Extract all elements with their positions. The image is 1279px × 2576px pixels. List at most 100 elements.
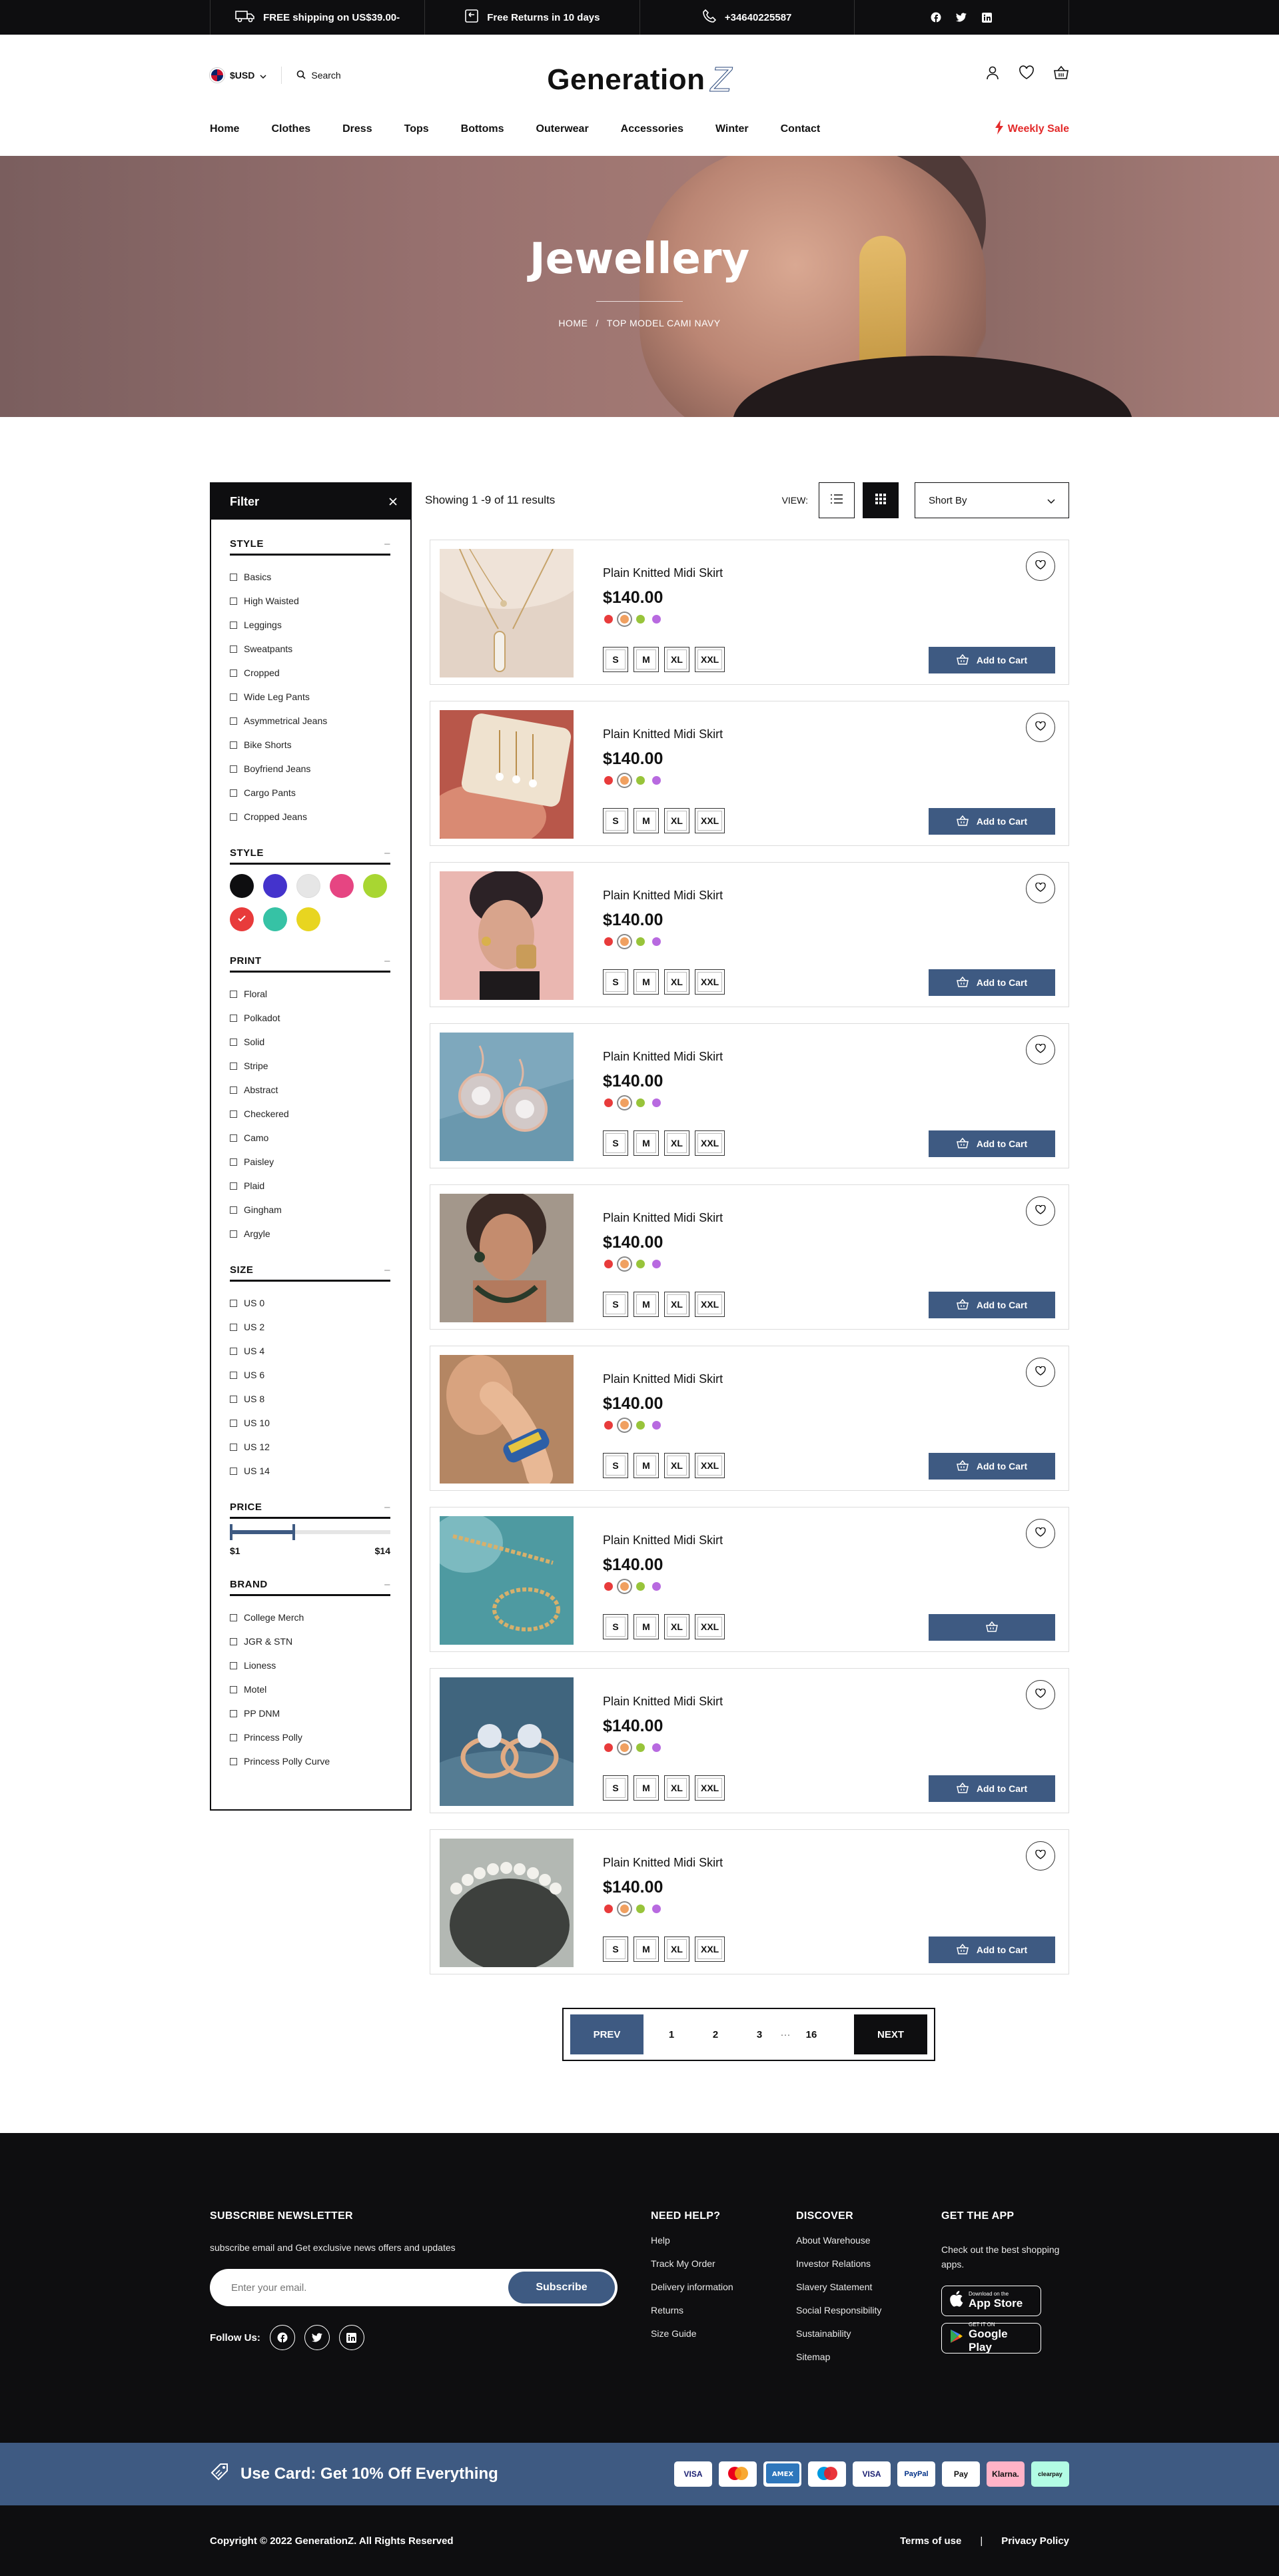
color-option[interactable]	[652, 1098, 661, 1107]
search-icon[interactable]	[296, 70, 306, 81]
phone-number[interactable]: +34640225587	[725, 12, 792, 23]
filter-option[interactable]: Princess Polly Curve	[230, 1749, 390, 1773]
product-image[interactable]	[440, 871, 574, 1000]
checkbox[interactable]	[230, 597, 237, 605]
checkbox[interactable]	[230, 693, 237, 701]
color-option[interactable]	[604, 1260, 613, 1268]
currency-selector[interactable]: $USD	[230, 70, 254, 81]
wishlist-button[interactable]	[1026, 1035, 1055, 1065]
size-button[interactable]: XXL	[695, 808, 725, 833]
checkbox[interactable]	[230, 717, 237, 725]
footer-link[interactable]: Sitemap	[796, 2352, 881, 2362]
size-button[interactable]: XL	[664, 808, 689, 833]
filter-color-heading[interactable]: STYLE –	[230, 847, 390, 865]
nav-weekly-sale[interactable]: Weekly Sale	[995, 120, 1069, 138]
page-2[interactable]: 2	[699, 2014, 731, 2054]
footer-link[interactable]: Delivery information	[651, 2282, 733, 2292]
google-play-button[interactable]: GET IT ON Google Play	[941, 2322, 1041, 2354]
size-button[interactable]: XXL	[695, 1936, 725, 1962]
product-name[interactable]: Plain Knitted Midi Skirt	[603, 1372, 723, 1386]
facebook-icon[interactable]	[269, 2325, 295, 2350]
size-button[interactable]: M	[634, 1292, 659, 1317]
add-to-cart-button[interactable]: Add to Cart	[929, 1936, 1055, 1963]
filter-option[interactable]: Polkadot	[230, 1006, 390, 1030]
product-image[interactable]	[440, 549, 574, 677]
filter-option[interactable]: Checkered	[230, 1102, 390, 1126]
collapse-icon[interactable]: –	[384, 847, 390, 859]
close-icon[interactable]	[389, 495, 397, 509]
color-swatch[interactable]	[230, 874, 254, 898]
product-name[interactable]: Plain Knitted Midi Skirt	[603, 566, 723, 580]
price-slider[interactable]	[230, 1524, 390, 1540]
size-button[interactable]: XL	[664, 969, 689, 995]
add-to-cart-button[interactable]: Add to Cart	[929, 1130, 1055, 1157]
product-image[interactable]	[440, 1033, 574, 1161]
color-option[interactable]	[636, 1098, 645, 1107]
footer-link[interactable]: Sustainability	[796, 2328, 881, 2339]
user-icon[interactable]	[985, 65, 1000, 83]
color-option[interactable]	[620, 1098, 629, 1107]
checkbox[interactable]	[230, 1038, 237, 1046]
linkedin-icon[interactable]	[338, 2325, 364, 2350]
filter-option[interactable]: Argyle	[230, 1222, 390, 1246]
product-image[interactable]	[440, 1194, 574, 1322]
wishlist-button[interactable]	[1026, 552, 1055, 581]
checkbox[interactable]	[230, 813, 237, 821]
filter-option[interactable]: Paisley	[230, 1150, 390, 1174]
checkbox[interactable]	[230, 645, 237, 653]
size-button[interactable]: S	[603, 1936, 628, 1962]
nav-accessories[interactable]: Accessories	[621, 123, 683, 135]
product-image[interactable]	[440, 710, 574, 839]
checkbox[interactable]	[230, 1182, 237, 1190]
filter-size-heading[interactable]: SIZE –	[230, 1264, 390, 1282]
product-name[interactable]: Plain Knitted Midi Skirt	[603, 1211, 723, 1225]
nav-dress[interactable]: Dress	[342, 123, 372, 135]
product-name[interactable]: Plain Knitted Midi Skirt	[603, 1050, 723, 1064]
filter-option[interactable]: US 10	[230, 1411, 390, 1435]
site-logo[interactable]: Generation Z	[547, 60, 732, 100]
filter-option[interactable]: US 14	[230, 1459, 390, 1483]
filter-print-heading[interactable]: PRINT –	[230, 955, 390, 973]
color-swatch[interactable]	[363, 874, 387, 898]
filter-option[interactable]: JGR & STN	[230, 1629, 390, 1653]
filter-option[interactable]: Cargo Pants	[230, 781, 390, 805]
product-image[interactable]	[440, 1677, 574, 1806]
filter-price-heading[interactable]: PRICE –	[230, 1502, 390, 1519]
size-button[interactable]: M	[634, 969, 659, 995]
checkbox[interactable]	[230, 1062, 237, 1070]
checkbox[interactable]	[230, 1086, 237, 1094]
color-option[interactable]	[636, 1421, 645, 1430]
filter-option[interactable]: US 12	[230, 1435, 390, 1459]
product-image[interactable]	[440, 1516, 574, 1645]
add-to-cart-button[interactable]: Add to Cart	[929, 1453, 1055, 1480]
color-option[interactable]	[620, 1421, 629, 1430]
filter-option[interactable]: PP DNM	[230, 1701, 390, 1725]
size-button[interactable]: M	[634, 1130, 659, 1156]
size-button[interactable]: M	[634, 647, 659, 672]
color-swatch[interactable]	[263, 907, 287, 931]
nav-tops[interactable]: Tops	[404, 123, 429, 135]
nav-home[interactable]: Home	[210, 123, 239, 135]
color-option[interactable]	[604, 1582, 613, 1591]
filter-option[interactable]: Boyfriend Jeans	[230, 757, 390, 781]
size-button[interactable]: S	[603, 1130, 628, 1156]
filter-option[interactable]: Lioness	[230, 1653, 390, 1677]
color-option[interactable]	[620, 1743, 629, 1752]
size-button[interactable]: S	[603, 1292, 628, 1317]
color-swatch[interactable]	[230, 907, 254, 931]
color-option[interactable]	[652, 776, 661, 785]
wishlist-button[interactable]	[1026, 1680, 1055, 1709]
checkbox[interactable]	[230, 1395, 237, 1403]
product-image[interactable]	[440, 1839, 574, 1967]
wishlist-button[interactable]	[1026, 1841, 1055, 1871]
chevron-down-icon[interactable]	[260, 70, 266, 81]
sort-select[interactable]: Short By	[915, 482, 1069, 518]
wishlist-button[interactable]	[1026, 1519, 1055, 1548]
search-label[interactable]: Search	[311, 70, 340, 81]
heart-icon[interactable]	[1019, 65, 1035, 83]
checkbox[interactable]	[230, 1206, 237, 1214]
color-option[interactable]	[636, 1582, 645, 1591]
color-option[interactable]	[620, 1260, 629, 1268]
filter-option[interactable]: US 0	[230, 1291, 390, 1315]
color-swatch[interactable]	[263, 874, 287, 898]
